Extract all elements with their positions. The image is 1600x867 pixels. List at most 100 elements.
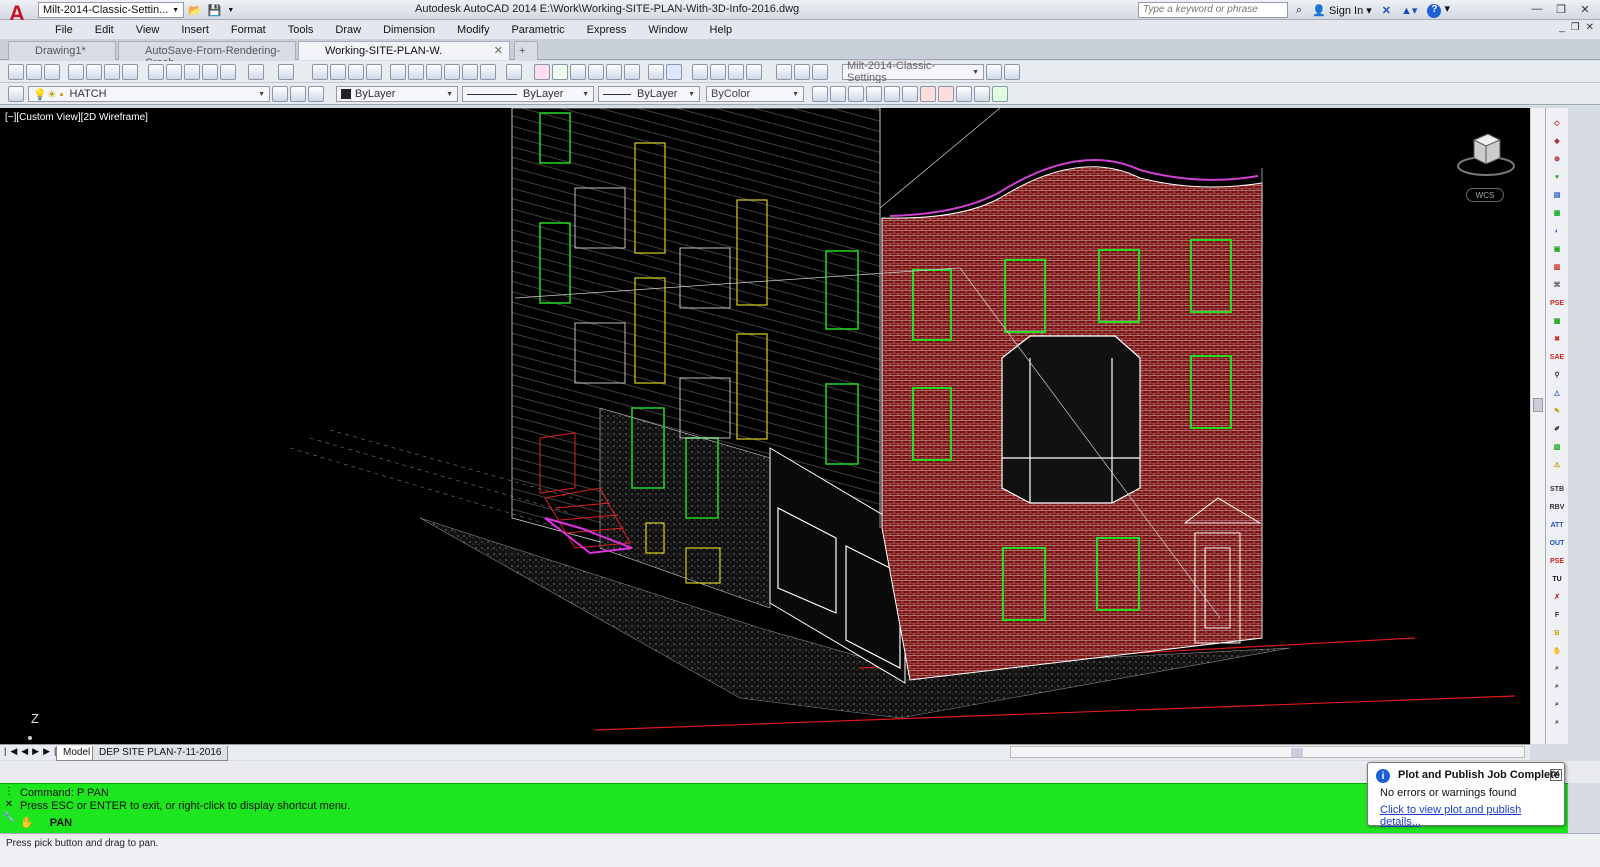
- grip-icon[interactable]: ⋮: [4, 786, 14, 797]
- menu-file[interactable]: File: [44, 24, 84, 36]
- menu-modify[interactable]: Modify: [446, 24, 500, 36]
- close-icon[interactable]: ✕: [1550, 769, 1562, 781]
- dim-radius-icon[interactable]: [866, 86, 882, 102]
- palette-tool-icon[interactable]: ▥: [1549, 260, 1565, 274]
- undo-icon[interactable]: [248, 64, 264, 80]
- continuous-orbit-icon[interactable]: [812, 64, 828, 80]
- sign-in-button[interactable]: 👤 Sign In ▾: [1312, 4, 1372, 17]
- palette-tool-icon[interactable]: ◈: [1549, 134, 1565, 148]
- palette-tool-icon[interactable]: ATT: [1549, 518, 1565, 532]
- viewcube[interactable]: [1448, 126, 1518, 226]
- command-line-handle[interactable]: ⋮ ✕ 🔧: [2, 786, 16, 832]
- restore-button[interactable]: ❐: [1550, 1, 1572, 17]
- find-icon[interactable]: [606, 64, 622, 80]
- vertical-scrollbar[interactable]: [1530, 108, 1545, 744]
- palette-tool-icon[interactable]: PSE: [1549, 554, 1565, 568]
- palette-tool-icon[interactable]: ◇: [1549, 116, 1565, 130]
- menu-insert[interactable]: Insert: [170, 24, 220, 36]
- viewport-scale-icon[interactable]: [746, 64, 762, 80]
- palette-tool-icon[interactable]: B: [1549, 626, 1565, 640]
- menu-express[interactable]: Express: [576, 24, 638, 36]
- palette-tool-icon[interactable]: ◐: [1549, 224, 1565, 238]
- palette-tool-icon[interactable]: RBV: [1549, 500, 1565, 514]
- text-style-icon[interactable]: [588, 64, 604, 80]
- zoom-realtime-icon[interactable]: [330, 64, 346, 80]
- menu-view[interactable]: View: [125, 24, 171, 36]
- menu-dimension[interactable]: Dimension: [372, 24, 446, 36]
- doc-minimize-button[interactable]: _: [1559, 22, 1565, 33]
- save-icon[interactable]: [44, 64, 60, 80]
- palette-tool-icon[interactable]: ▦: [1549, 206, 1565, 220]
- autodesk-a360-icon[interactable]: ▲▾: [1401, 4, 1417, 17]
- save-icon[interactable]: 💾: [208, 4, 222, 17]
- palette-tool-icon[interactable]: TU: [1549, 572, 1565, 586]
- plot-details-link[interactable]: Click to view plot and publish details..…: [1380, 804, 1564, 828]
- design-center-icon[interactable]: [408, 64, 424, 80]
- block-editor-icon[interactable]: [220, 64, 236, 80]
- dim-linear-icon[interactable]: [812, 86, 828, 102]
- palette-tool-icon[interactable]: ▣: [1549, 242, 1565, 256]
- viewport-icon[interactable]: [692, 64, 708, 80]
- menu-draw[interactable]: Draw: [324, 24, 372, 36]
- edit-text-icon[interactable]: [648, 64, 664, 80]
- zoom-icon[interactable]: ⌕: [1549, 698, 1565, 712]
- binoculars-icon[interactable]: ⌕: [1296, 4, 1302, 17]
- tab-autosave[interactable]: AutoSave-From-Rendering-Crash: [118, 41, 296, 69]
- palette-tool-icon[interactable]: ✗: [1549, 590, 1565, 604]
- palette-tool-icon[interactable]: ⌘: [1549, 278, 1565, 292]
- plot-icon[interactable]: [68, 64, 84, 80]
- menu-window[interactable]: Window: [637, 24, 698, 36]
- dim-break-icon[interactable]: [992, 86, 1008, 102]
- customize-icon[interactable]: [1004, 64, 1020, 80]
- palette-tool-icon[interactable]: SAE: [1549, 350, 1565, 364]
- leader-icon[interactable]: [902, 86, 918, 102]
- close-icon[interactable]: ✕: [5, 799, 13, 810]
- palette-tool-icon[interactable]: F: [1549, 608, 1565, 622]
- zoom-icon[interactable]: ⌕: [1549, 716, 1565, 730]
- linetype-select[interactable]: ByLayer ▼: [462, 86, 594, 102]
- open-icon[interactable]: 📂: [188, 4, 202, 17]
- workspace-select[interactable]: Milt-2014-Classic-Settings ▼: [842, 60, 984, 84]
- plotstyle-select[interactable]: ByColor ▼: [706, 86, 804, 102]
- new-icon[interactable]: [8, 64, 24, 80]
- doc-close-button[interactable]: ✕: [1586, 22, 1594, 33]
- workspace-settings-icon[interactable]: [986, 64, 1002, 80]
- open-icon[interactable]: [26, 64, 42, 80]
- palette-tool-icon[interactable]: ▧: [1549, 440, 1565, 454]
- drawing-viewport[interactable]: [−][Custom View][2D Wireframe] WCS Z: [0, 108, 1530, 744]
- publish-icon[interactable]: [104, 64, 120, 80]
- dim-style-icon[interactable]: [920, 86, 936, 102]
- markup-icon[interactable]: [462, 64, 478, 80]
- palette-tool-icon[interactable]: ⊕: [1549, 152, 1565, 166]
- new-tab-button[interactable]: +: [514, 41, 538, 60]
- menu-edit[interactable]: Edit: [84, 24, 125, 36]
- menu-help[interactable]: Help: [699, 24, 744, 36]
- spell-icon[interactable]: [624, 64, 640, 80]
- match-properties-icon[interactable]: [202, 64, 218, 80]
- sheet-set-icon[interactable]: [444, 64, 460, 80]
- text-icon[interactable]: [570, 64, 586, 80]
- dim-arc-icon[interactable]: [848, 86, 864, 102]
- close-icon[interactable]: ✕: [494, 44, 503, 57]
- doc-restore-button[interactable]: ❐: [1571, 22, 1580, 33]
- paste-icon[interactable]: [184, 64, 200, 80]
- exchange-icon[interactable]: ✕: [1382, 4, 1391, 17]
- pan-icon[interactable]: [312, 64, 328, 80]
- palette-tool-icon[interactable]: PSE: [1549, 296, 1565, 310]
- pan-hand-icon[interactable]: ✋: [1549, 644, 1565, 658]
- copy-icon[interactable]: [166, 64, 182, 80]
- palette-tool-icon[interactable]: STB: [1549, 482, 1565, 496]
- properties-icon[interactable]: [390, 64, 406, 80]
- make-current-icon[interactable]: [272, 86, 288, 102]
- zoom-previous-icon[interactable]: [366, 64, 382, 80]
- palette-tool-icon[interactable]: △: [1549, 386, 1565, 400]
- palette-tool-icon[interactable]: ▩: [1549, 314, 1565, 328]
- zoom-icon[interactable]: ⌕: [1549, 680, 1565, 694]
- dim-aligned-icon[interactable]: [830, 86, 846, 102]
- dim-edit-icon[interactable]: [956, 86, 972, 102]
- scroll-thumb[interactable]: [1533, 398, 1543, 412]
- tab-dep-site-plan[interactable]: DEP SITE PLAN-7-11-2016: [92, 746, 229, 761]
- tab-working-site-plan[interactable]: Working-SITE-PLAN-W. ✕: [298, 41, 510, 60]
- fal-icon[interactable]: [552, 64, 568, 80]
- redo-icon[interactable]: [278, 64, 294, 80]
